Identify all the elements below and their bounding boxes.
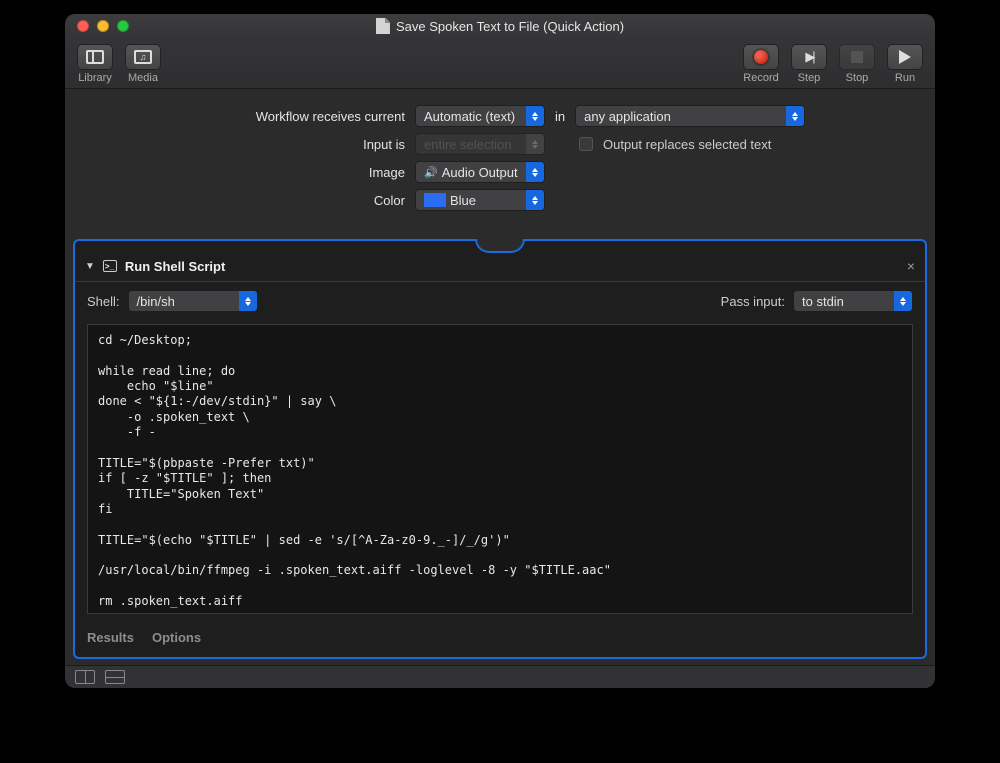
chevron-updown-icon — [526, 134, 544, 154]
options-tab[interactable]: Options — [152, 630, 201, 645]
pass-input-select[interactable]: to stdin — [793, 290, 913, 312]
run-label: Run — [895, 72, 915, 84]
shell-script-textarea[interactable]: cd ~/Desktop; while read line; do echo "… — [87, 324, 913, 614]
image-label: Image — [85, 165, 405, 180]
play-icon — [899, 50, 911, 64]
view-mode-rows-button[interactable] — [105, 670, 125, 684]
document-icon — [376, 18, 390, 34]
color-select[interactable]: Blue — [415, 189, 545, 211]
stop-button — [839, 44, 875, 70]
image-value: Audio Output — [442, 165, 518, 180]
shell-select[interactable]: /bin/sh — [128, 290, 258, 312]
traffic-lights — [77, 20, 129, 32]
run-shell-script-action: ▼ >_ Run Shell Script × Shell: /bin/sh P… — [73, 239, 927, 659]
window-title: Save Spoken Text to File (Quick Action) — [65, 18, 935, 34]
panel-icon — [86, 50, 104, 64]
shell-value: /bin/sh — [137, 294, 175, 309]
close-window-button[interactable] — [77, 20, 89, 32]
connector — [75, 241, 925, 251]
titlebar: Save Spoken Text to File (Quick Action) — [65, 14, 935, 38]
application-select[interactable]: any application — [575, 105, 805, 127]
terminal-icon: >_ — [103, 260, 117, 272]
library-button[interactable] — [77, 44, 113, 70]
results-tab[interactable]: Results — [87, 630, 134, 645]
remove-action-button[interactable]: × — [907, 258, 915, 274]
color-swatch — [424, 193, 446, 207]
workflow-receives-select[interactable]: Automatic (text) — [415, 105, 545, 127]
step-label: Step — [798, 72, 821, 84]
application-value: any application — [584, 109, 671, 124]
library-item: Library — [77, 44, 113, 84]
chevron-updown-icon — [526, 106, 544, 126]
media-item: ♫ Media — [125, 44, 161, 84]
action-title: Run Shell Script — [125, 259, 225, 274]
record-button[interactable] — [743, 44, 779, 70]
workflow-config: Workflow receives current Automatic (tex… — [65, 89, 935, 239]
color-value: Blue — [450, 193, 476, 208]
stop-item: Stop — [839, 44, 875, 84]
record-label: Record — [743, 72, 778, 84]
window-title-text: Save Spoken Text to File (Quick Action) — [396, 19, 624, 34]
pass-input-value: to stdin — [802, 294, 844, 309]
chevron-updown-icon — [239, 291, 257, 311]
run-item: Run — [887, 44, 923, 84]
automator-window: Save Spoken Text to File (Quick Action) … — [65, 14, 935, 688]
media-label: Media — [128, 72, 158, 84]
record-icon — [754, 50, 768, 64]
workflow-receives-value: Automatic (text) — [424, 109, 515, 124]
stop-label: Stop — [846, 72, 869, 84]
chevron-updown-icon — [786, 106, 804, 126]
input-is-value: entire selection — [424, 137, 511, 152]
input-is-select: entire selection — [415, 133, 545, 155]
step-icon: ▶| — [805, 49, 812, 65]
workflow-receives-label: Workflow receives current — [85, 109, 405, 124]
minimize-window-button[interactable] — [97, 20, 109, 32]
bottom-bar — [65, 665, 935, 688]
speaker-icon: 🔊 — [424, 166, 438, 179]
chevron-updown-icon — [894, 291, 912, 311]
output-replaces-label: Output replaces selected text — [603, 137, 771, 152]
pass-input-label: Pass input: — [721, 294, 785, 309]
input-is-label: Input is — [85, 137, 405, 152]
in-label: in — [555, 109, 565, 124]
action-config: Shell: /bin/sh Pass input: to stdin — [75, 282, 925, 320]
output-replaces-checkbox[interactable] — [579, 137, 593, 151]
media-icon: ♫ — [134, 50, 152, 64]
view-mode-columns-button[interactable] — [75, 670, 95, 684]
toolbar-right: Record ▶| Step Stop Run — [743, 44, 923, 84]
record-item: Record — [743, 44, 779, 84]
workflow-area: ▼ >_ Run Shell Script × Shell: /bin/sh P… — [65, 239, 935, 665]
library-label: Library — [78, 72, 112, 84]
action-header[interactable]: ▼ >_ Run Shell Script × — [75, 251, 925, 282]
media-button[interactable]: ♫ — [125, 44, 161, 70]
chevron-updown-icon — [526, 190, 544, 210]
step-button[interactable]: ▶| — [791, 44, 827, 70]
stop-icon — [851, 51, 863, 63]
toolbar-left: Library ♫ Media — [77, 44, 161, 84]
run-button[interactable] — [887, 44, 923, 70]
shell-label: Shell: — [87, 294, 120, 309]
toolbar: Library ♫ Media Record ▶| Step Stop R — [65, 38, 935, 89]
image-select[interactable]: 🔊 Audio Output — [415, 161, 545, 183]
step-item: ▶| Step — [791, 44, 827, 84]
action-footer: Results Options — [75, 624, 925, 657]
chevron-updown-icon — [526, 162, 544, 182]
connector-notch-icon — [475, 239, 525, 253]
disclosure-triangle-icon[interactable]: ▼ — [85, 261, 95, 272]
color-label: Color — [85, 193, 405, 208]
zoom-window-button[interactable] — [117, 20, 129, 32]
